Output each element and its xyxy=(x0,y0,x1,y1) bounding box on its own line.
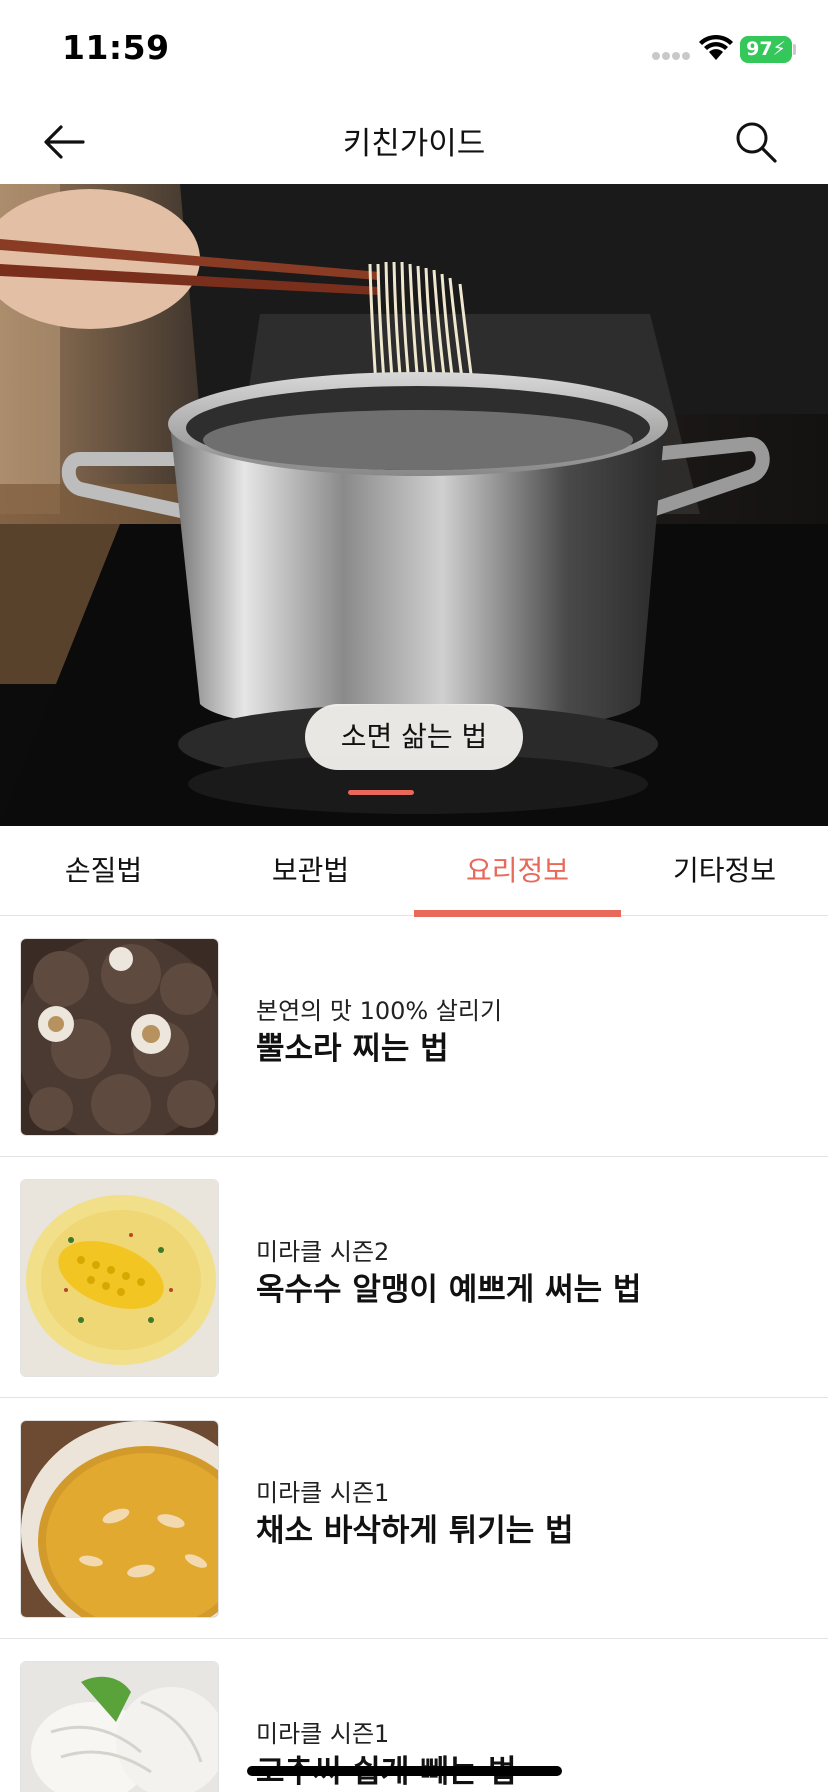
battery-level: 97 xyxy=(746,38,773,60)
item-text: 본연의 맛 100% 살리기 뿔소라 찌는 법 xyxy=(256,996,502,1070)
guide-list: 본연의 맛 100% 살리기 뿔소라 찌는 법 미라클 시즌2 옥수수 알맹이 … xyxy=(0,916,828,1792)
wifi-icon xyxy=(698,34,734,62)
search-button[interactable] xyxy=(728,114,784,170)
home-indicator xyxy=(247,1766,562,1776)
thumbnail xyxy=(20,1420,219,1618)
page-title: 키친가이드 xyxy=(342,126,486,162)
item-subtitle: 미라클 시즌1 xyxy=(256,1479,390,1507)
category-tabs: 손질법 보관법 요리정보 기타정보 xyxy=(0,826,828,916)
tab-storage[interactable]: 보관법 xyxy=(207,826,414,916)
thumbnail xyxy=(20,1179,219,1377)
item-text: 미라클 시즌1 고추씨 쉽게 빼는 법 xyxy=(256,1719,517,1792)
search-icon xyxy=(736,122,777,163)
thumbnail xyxy=(20,938,219,1136)
corn-soup-photo xyxy=(21,1180,218,1376)
tab-prep[interactable]: 손질법 xyxy=(0,826,207,916)
tab-other-info[interactable]: 기타정보 xyxy=(621,826,828,916)
gloved-hands-photo xyxy=(21,1662,218,1792)
item-subtitle: 미라클 시즌2 xyxy=(256,1238,390,1266)
hero-banner[interactable]: 소면 삶는 법 xyxy=(0,184,828,826)
battery-tip xyxy=(793,44,796,55)
tab-cooking-info[interactable]: 요리정보 xyxy=(414,826,621,916)
sea-snail-photo xyxy=(21,939,218,1135)
item-title: 채소 바삭하게 튀기는 법 xyxy=(256,1513,574,1549)
list-item[interactable]: 미라클 시즌2 옥수수 알맹이 예쁘게 써는 법 xyxy=(0,1157,828,1398)
frying-oil-photo xyxy=(21,1421,218,1617)
list-item[interactable]: 미라클 시즌1 채소 바삭하게 튀기는 법 xyxy=(0,1398,828,1639)
item-subtitle: 본연의 맛 100% 살리기 xyxy=(256,997,503,1025)
thumbnail xyxy=(20,1661,219,1792)
item-text: 미라클 시즌1 채소 바삭하게 튀기는 법 xyxy=(256,1478,574,1552)
carousel-indicator xyxy=(348,790,414,795)
hero-label: 소면 삶는 법 xyxy=(305,704,523,770)
status-time: 11:59 xyxy=(62,28,170,67)
item-title: 옥수수 알맹이 예쁘게 써는 법 xyxy=(256,1272,642,1308)
list-item[interactable]: 본연의 맛 100% 살리기 뿔소라 찌는 법 xyxy=(0,916,828,1157)
signal-icon xyxy=(652,52,692,62)
app-header: 키친가이드 xyxy=(0,96,828,184)
status-bar: 11:59 97⚡ xyxy=(0,0,828,96)
item-subtitle: 미라클 시즌1 xyxy=(256,1720,390,1748)
item-text: 미라클 시즌2 옥수수 알맹이 예쁘게 써는 법 xyxy=(256,1237,641,1311)
battery-icon: 97⚡ xyxy=(740,36,792,63)
item-title: 뿔소라 찌는 법 xyxy=(256,1031,449,1067)
